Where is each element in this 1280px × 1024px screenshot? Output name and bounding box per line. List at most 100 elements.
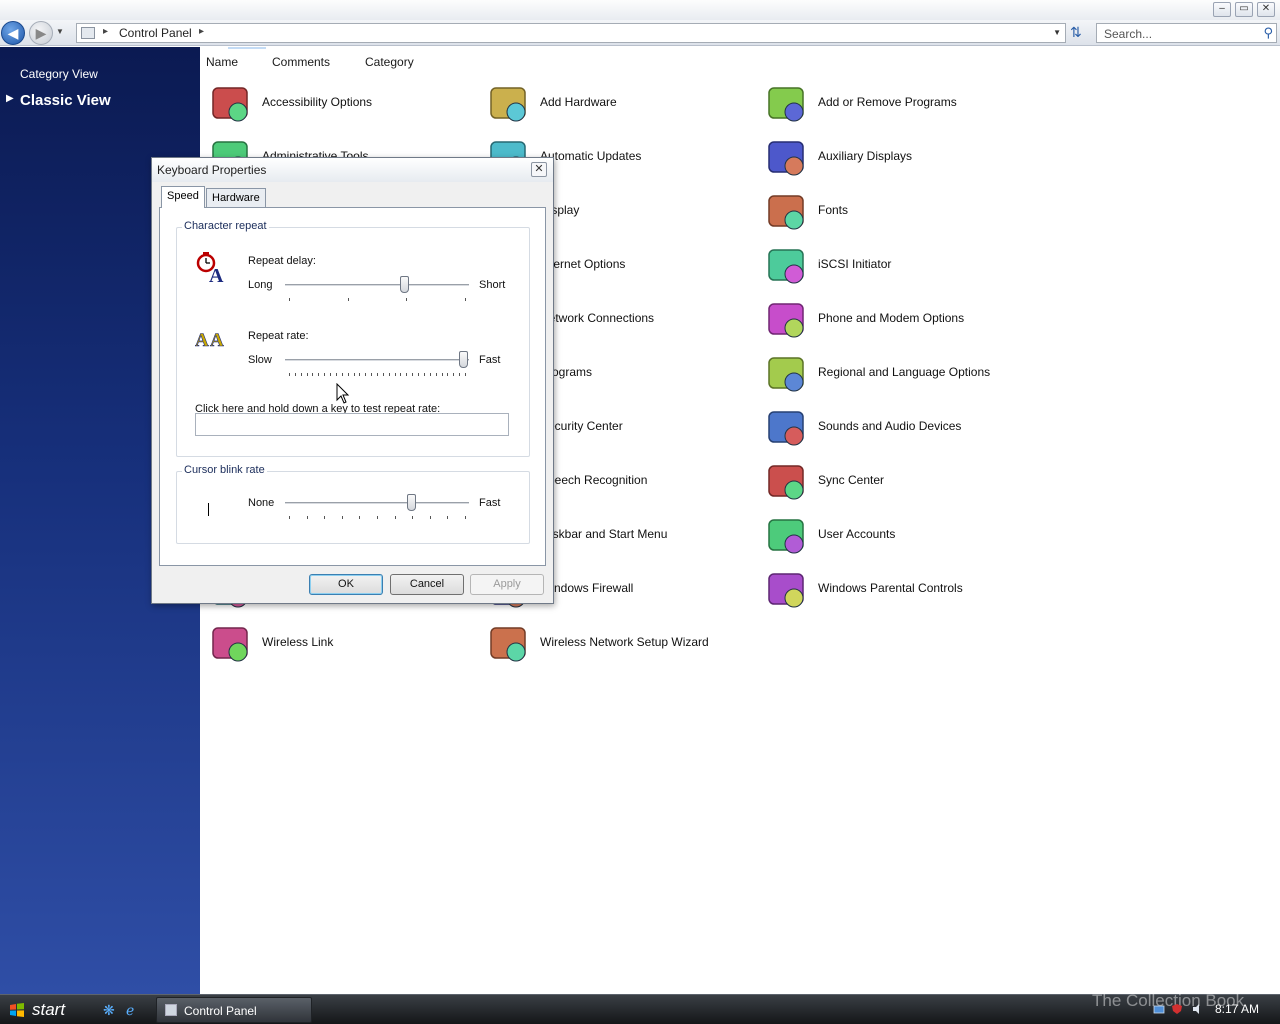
sounds-audio-icon (764, 405, 810, 451)
control-panel-item[interactable]: Add or Remove Programs (760, 77, 1030, 131)
repeat-rate-label: Repeat rate: (248, 330, 309, 342)
slider-thumb[interactable] (406, 494, 416, 511)
slider-track[interactable] (285, 284, 469, 287)
slider-track[interactable] (285, 502, 469, 505)
refresh-icon[interactable]: ⇅ (1070, 24, 1082, 41)
maximize-button[interactable]: ▭ (1235, 2, 1253, 17)
control-panel-item[interactable]: Sounds and Audio Devices (760, 401, 1030, 455)
parental-controls-icon (764, 567, 810, 613)
user-accounts-icon (764, 513, 810, 559)
tab-hardware[interactable]: Hardware (206, 188, 266, 208)
close-button[interactable]: ✕ (1257, 2, 1275, 17)
triangle-right-icon: ▶ (6, 93, 14, 104)
start-label: start (32, 1000, 66, 1019)
repeat-delay-slider[interactable] (285, 276, 469, 302)
column-headers: Name Comments Category (200, 47, 1280, 75)
mouse-pointer-icon (336, 383, 350, 404)
address-dropdown-icon[interactable]: ▼ (1053, 28, 1061, 37)
category-view-link[interactable]: Category View (20, 67, 98, 81)
repeat-delay-label: Repeat delay: (248, 255, 316, 267)
control-panel-item-label: Fonts (818, 203, 849, 217)
add-hardware-icon (486, 81, 532, 127)
taskbar-button-control-panel[interactable]: Control Panel (156, 997, 312, 1023)
control-panel-icon (165, 1004, 177, 1016)
control-panel-item[interactable]: Regional and Language Options (760, 347, 1030, 401)
clock[interactable]: 8:17 AM (1215, 1002, 1259, 1016)
quick-launch-browser-icon[interactable]: ❋ (103, 1002, 115, 1019)
breadcrumb-control-panel[interactable]: Control Panel (119, 26, 192, 40)
start-button[interactable]: start (0, 995, 88, 1024)
classic-view-link[interactable]: Classic View (20, 92, 111, 109)
apply-button[interactable]: Apply (470, 574, 544, 595)
control-panel-item-label: Taskbar and Start Menu (540, 527, 668, 541)
window-titlebar: – ▭ ✕ (0, 0, 1280, 20)
control-panel-item-label: Windows Firewall (540, 581, 634, 595)
cancel-button[interactable]: Cancel (390, 574, 464, 595)
search-icon[interactable]: ⚲ (1263, 25, 1273, 41)
column-header-name[interactable]: Name (206, 55, 238, 69)
ok-button[interactable]: OK (309, 574, 383, 595)
quick-launch-ie-icon[interactable]: ℯ (126, 1002, 134, 1019)
control-panel-item[interactable]: Windows Parental Controls (760, 563, 1030, 617)
slider-ticks (289, 298, 466, 302)
repeat-rate-slider[interactable] (285, 351, 469, 377)
taskbar-button-label: Control Panel (184, 1004, 257, 1018)
navigation-bar: ◀ ▶ ▼ ▸ Control Panel ▸ ▼ ⇅ Search... ⚲ (0, 20, 1280, 46)
phone-modem-icon (764, 297, 810, 343)
dialog-close-button[interactable]: ✕ (531, 162, 547, 177)
control-panel-item[interactable]: Accessibility Options (204, 77, 474, 131)
tab-speed[interactable]: Speed (161, 186, 205, 208)
slider-thumb[interactable] (399, 276, 409, 293)
sort-indicator (228, 47, 266, 51)
search-placeholder: Search... (1104, 27, 1153, 41)
minimize-button[interactable]: – (1213, 2, 1231, 17)
breadcrumb-chevron-icon[interactable]: ▸ (199, 26, 204, 37)
control-panel-item-label: iSCSI Initiator (818, 257, 892, 271)
auxiliary-displays-icon (764, 135, 810, 181)
regional-language-icon (764, 351, 810, 397)
repeat-delay-max-label: Short (479, 279, 506, 291)
recent-pages-dropdown-icon[interactable]: ▼ (56, 27, 64, 36)
slider-track[interactable] (285, 359, 469, 362)
volume-tray-icon[interactable] (1192, 1003, 1204, 1015)
cursor-blink-group: Cursor blink rate None Fast (176, 464, 530, 544)
control-panel-item[interactable]: Phone and Modem Options (760, 293, 1030, 347)
slider-thumb[interactable] (459, 351, 468, 368)
dialog-titlebar[interactable]: Keyboard Properties ✕ (152, 158, 553, 182)
control-panel-item-label: Speech Recognition (540, 473, 648, 487)
search-input[interactable]: Search... ⚲ (1096, 23, 1277, 43)
control-panel-item[interactable]: Fonts (760, 185, 1030, 239)
control-panel-item-label: Wireless Network Setup Wizard (540, 635, 709, 649)
column-header-category[interactable]: Category (365, 55, 414, 69)
back-button[interactable]: ◀ (1, 21, 25, 45)
control-panel-item-label: Add Hardware (540, 95, 617, 109)
cursor-blink-slider[interactable] (285, 494, 469, 520)
repeat-rate-min-label: Slow (248, 354, 272, 366)
keyboard-properties-dialog: Keyboard Properties ✕ Speed Hardware Cha… (151, 157, 554, 604)
iscsi-initiator-icon (764, 243, 810, 289)
control-panel-item[interactable]: Wireless Network Setup Wizard (482, 617, 752, 671)
control-panel-item-label: Auxiliary Displays (818, 149, 913, 163)
repeat-delay-min-label: Long (248, 279, 273, 291)
dialog-title: Keyboard Properties (157, 163, 267, 177)
svg-text:A: A (195, 330, 209, 351)
speed-tab-panel: Character repeat A Repeat delay: Long Sh… (159, 207, 546, 566)
column-header-comments[interactable]: Comments (272, 55, 330, 69)
control-panel-item[interactable]: Wireless Link (204, 617, 474, 671)
cursor-preview-icon (208, 503, 209, 516)
control-panel-item[interactable]: User Accounts (760, 509, 1030, 563)
taskbar: start ❋ ℯ Control Panel The Collection B… (0, 991, 1280, 1024)
control-panel-item[interactable]: Auxiliary Displays (760, 131, 1030, 185)
test-repeat-field[interactable] (195, 413, 509, 436)
network-tray-icon[interactable] (1153, 1003, 1165, 1015)
security-shield-tray-icon[interactable] (1171, 1003, 1183, 1015)
forward-button[interactable]: ▶ (29, 21, 53, 45)
control-panel-item[interactable]: iSCSI Initiator (760, 239, 1030, 293)
control-panel-item-label: Accessibility Options (262, 95, 373, 109)
breadcrumb-chevron-icon[interactable]: ▸ (103, 26, 108, 37)
control-panel-item[interactable]: Add Hardware (482, 77, 752, 131)
control-panel-item-label: User Accounts (818, 527, 896, 541)
address-bar[interactable]: ▸ Control Panel ▸ ▼ (76, 23, 1066, 43)
control-panel-item[interactable]: Sync Center (760, 455, 1030, 509)
control-panel-item-label: Wireless Link (262, 635, 334, 649)
